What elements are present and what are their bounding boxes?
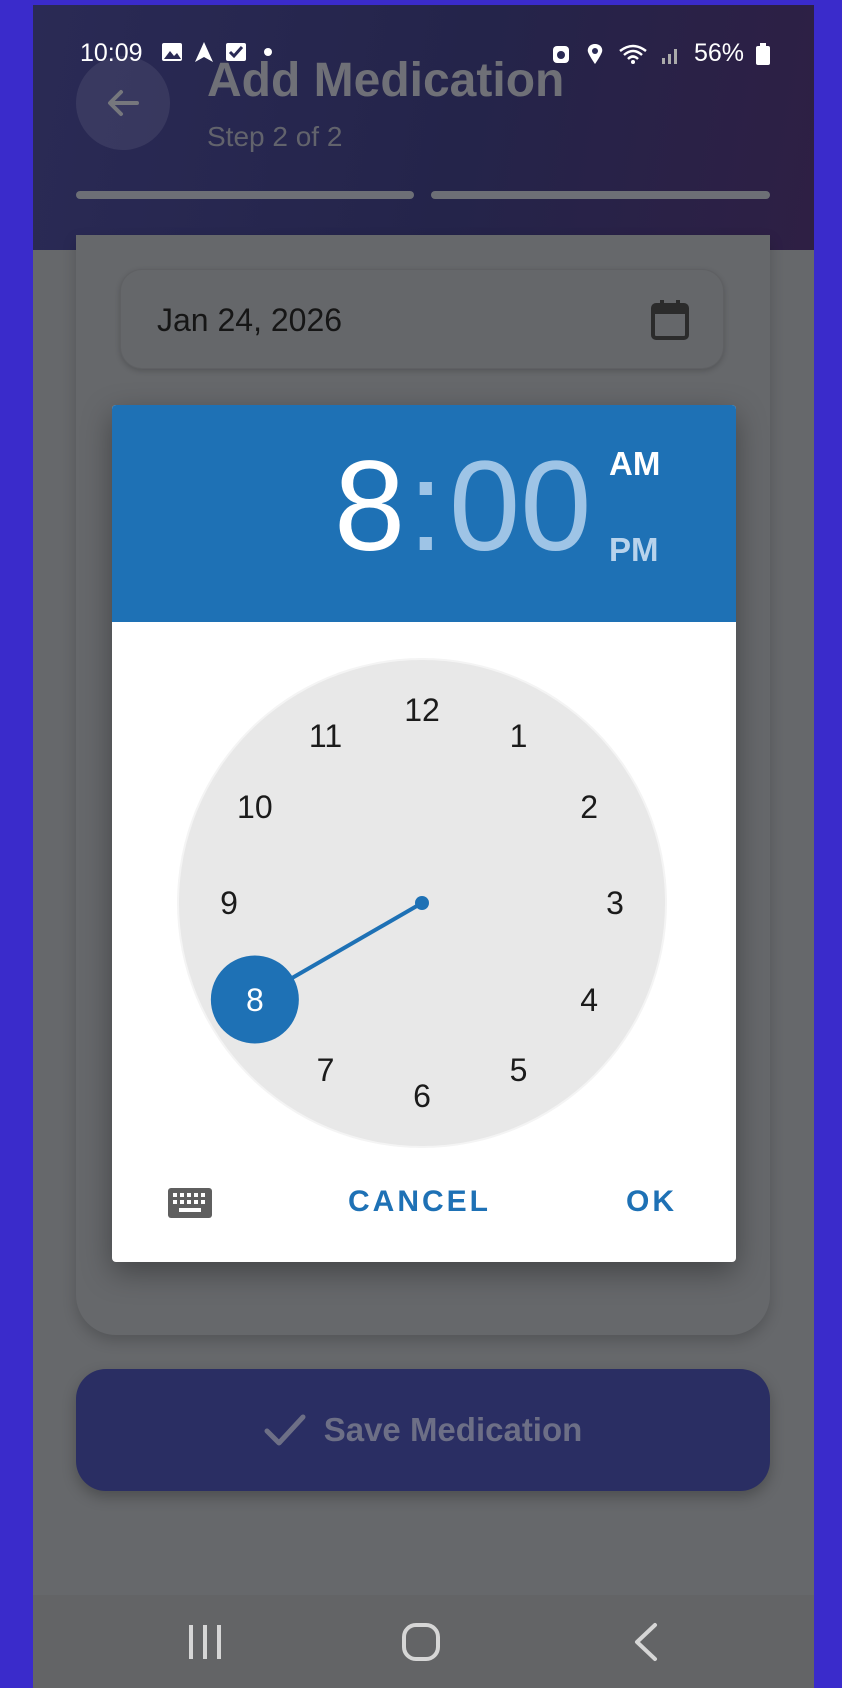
clock-number-7[interactable]: 7 [301, 1050, 351, 1090]
clock-number-2[interactable]: 2 [564, 787, 614, 827]
save-medication-button[interactable]: Save Medication [76, 1369, 770, 1491]
status-time: 10:09 [80, 39, 143, 67]
clock-number-6[interactable]: 6 [397, 1076, 447, 1116]
clock-dial[interactable]: 12 1 2 3 4 5 6 7 8 9 10 11 [179, 660, 665, 1146]
clock-number-4[interactable]: 4 [564, 980, 614, 1020]
pm-toggle[interactable]: PM [609, 531, 659, 569]
task-check-icon [226, 43, 246, 61]
hour-display[interactable]: 8 [334, 443, 405, 571]
location-icon [587, 43, 603, 64]
system-icons: 56% [550, 39, 770, 68]
clock-number-3[interactable]: 3 [590, 883, 640, 923]
system-navigation-bar [33, 1595, 814, 1688]
signal-icon [661, 48, 677, 64]
clock-center [415, 896, 429, 910]
ok-button[interactable]: OK [626, 1185, 677, 1219]
home-icon[interactable] [401, 1619, 441, 1665]
chevron-left-icon[interactable] [627, 1619, 667, 1665]
clock-number-5[interactable]: 5 [494, 1050, 544, 1090]
clock-number-10[interactable]: 10 [230, 787, 280, 827]
notification-icons [161, 41, 279, 63]
recent-apps-icon[interactable] [185, 1619, 225, 1665]
alarm-icon [552, 45, 569, 63]
clock-number-1[interactable]: 1 [494, 716, 544, 756]
check-icon [264, 1414, 306, 1446]
am-toggle[interactable]: AM [609, 445, 660, 483]
battery-percent: 56% [693, 39, 744, 67]
minute-display[interactable]: 00 [449, 443, 591, 571]
arrow-left-icon [108, 90, 139, 116]
time-separator: : [408, 435, 444, 578]
image-icon [162, 43, 182, 61]
calendar-icon[interactable] [650, 299, 690, 341]
clock-number-8[interactable]: 8 [230, 980, 280, 1020]
save-button-content: Save Medication [76, 1369, 770, 1491]
clock-hand [290, 901, 423, 981]
time-picker-dialog: 8 : 00 AM PM 12 1 2 3 4 5 6 7 8 9 10 11 CANCEL OK [112, 405, 736, 1262]
phone-screen: Add Medication Step 2 of 2 10:09 56% Jan… [33, 5, 814, 1688]
navigation-icon [195, 42, 213, 62]
time-display: 8 : 00 AM PM [112, 405, 736, 622]
date-value: Jan 24, 2026 [157, 302, 343, 338]
progress-step-2 [431, 191, 770, 199]
dot-icon [264, 48, 272, 56]
battery-icon [756, 42, 770, 65]
clock-number-12[interactable]: 12 [397, 690, 447, 730]
step-indicator: Step 2 of 2 [207, 121, 343, 152]
clock-number-11[interactable]: 11 [301, 716, 351, 756]
status-bar: 10:09 56% [33, 33, 814, 77]
keyboard-icon[interactable] [167, 1187, 213, 1219]
date-field[interactable]: Jan 24, 2026 [120, 269, 724, 369]
save-button-label: Save Medication [323, 1411, 583, 1448]
clock-number-9[interactable]: 9 [204, 883, 254, 923]
wifi-icon [619, 44, 647, 64]
progress-step-1 [76, 191, 414, 199]
cancel-button[interactable]: CANCEL [348, 1185, 491, 1219]
